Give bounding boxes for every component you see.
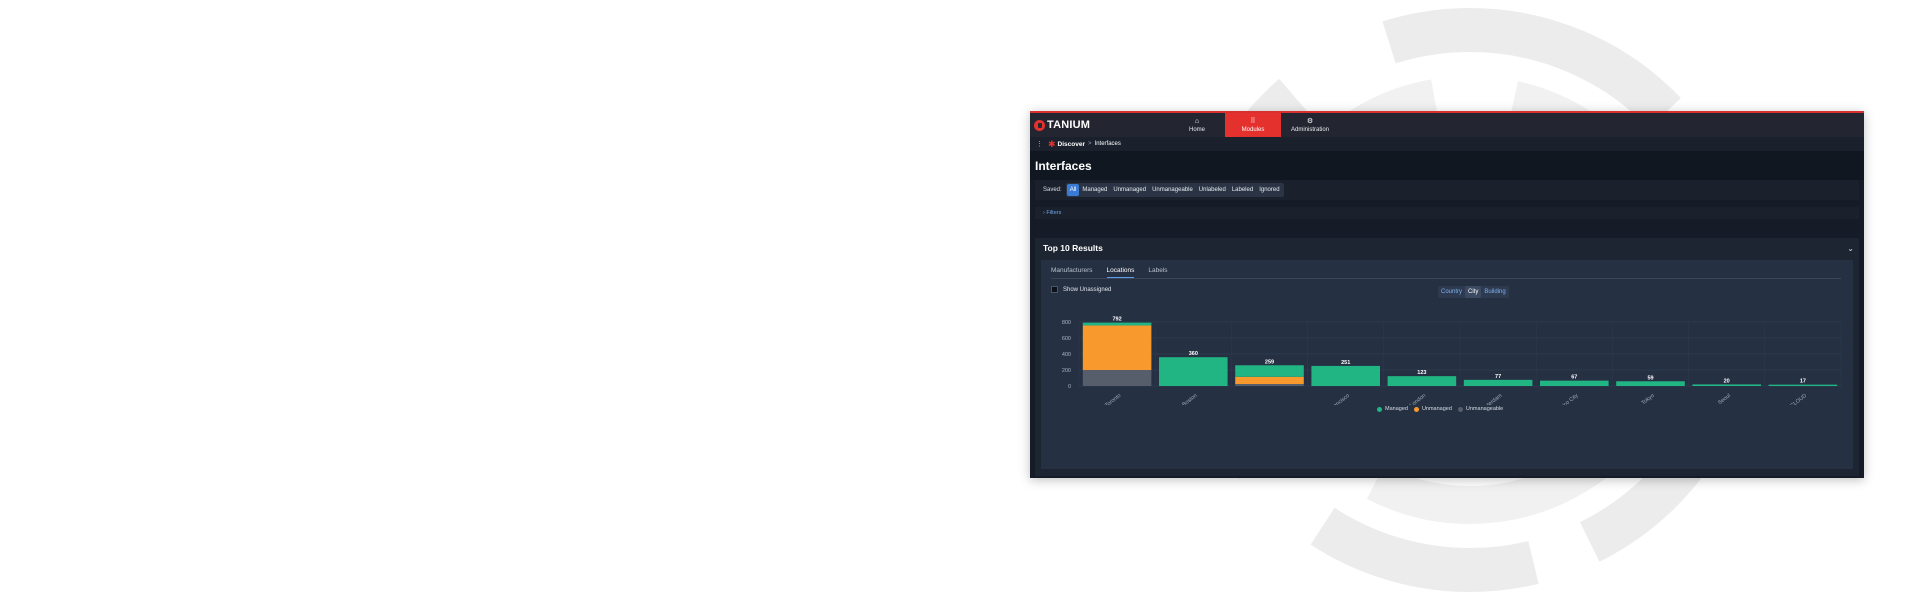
bar-total-label: 360	[1189, 351, 1198, 357]
legend-managed[interactable]: Managed	[1377, 406, 1408, 412]
legend-unmanageable[interactable]: Unmanageable	[1457, 406, 1504, 412]
bar-segment-managed	[1387, 376, 1457, 386]
bar-total-label: 251	[1341, 360, 1350, 366]
chart-legend: Managed Unmanaged Unmanageable	[1377, 406, 1509, 412]
bar-segment-managed	[1082, 322, 1152, 326]
bar-segment-managed	[1768, 384, 1838, 386]
y-tick-label: 0	[1068, 384, 1071, 390]
saved-view-chips: All Managed Unmanaged Unmanageable Unlab…	[1065, 183, 1284, 197]
x-category-label: London	[1409, 393, 1427, 405]
legend-unmanaged[interactable]: Unmanaged	[1413, 406, 1452, 412]
discover-module-icon: ✱	[1048, 139, 1056, 149]
bar-total-label: 259	[1265, 359, 1274, 365]
saved-views-bar: Saved: All Managed Unmanaged Unmanageabl…	[1035, 180, 1859, 200]
saved-chip-labeled[interactable]: Labeled	[1229, 184, 1256, 196]
top10-title: Top 10 Results	[1043, 243, 1103, 253]
y-tick-label: 400	[1062, 352, 1071, 358]
top10-panel: Top 10 Results ⌄ Manufacturers Locations…	[1035, 238, 1859, 476]
saved-chip-unlabeled[interactable]: Unlabeled	[1196, 184, 1229, 196]
filters-label: Filters	[1046, 210, 1062, 216]
bar-segment-managed	[1692, 384, 1761, 386]
brand-name: TANIUM	[1047, 119, 1091, 131]
x-category-label: CLOUD	[1789, 393, 1808, 405]
top-nav: TANIUM ⌂ Home ⠿ Modules ⚙ Administration	[1030, 113, 1864, 137]
bar-segment-unmanaged	[1082, 325, 1152, 370]
house-icon: ⌂	[1194, 117, 1200, 125]
saved-chip-unmanaged[interactable]: Unmanaged	[1110, 184, 1149, 196]
filters-toggle[interactable]: › Filters	[1043, 210, 1061, 216]
y-tick-label: 800	[1062, 320, 1071, 326]
bar-segment-managed	[1159, 357, 1228, 386]
legend-managed-label: Managed	[1385, 406, 1408, 412]
x-category-label: Amsterdam	[1477, 393, 1503, 405]
kebab-menu-icon[interactable]: ⋮	[1036, 140, 1043, 148]
bar-total-label: 792	[1113, 317, 1122, 323]
x-category-label: Seoul	[1717, 393, 1732, 405]
nav-home[interactable]: ⌂ Home	[1169, 113, 1225, 137]
bar-total-label: 20	[1724, 378, 1730, 384]
bar-segment-unmanageable	[1082, 370, 1152, 386]
legend-unmanaged-swatch	[1413, 406, 1419, 412]
bar-total-label: 67	[1571, 375, 1577, 381]
y-tick-label: 200	[1062, 368, 1071, 374]
breadcrumb: ⋮ ✱ Discover > Interfaces	[1030, 137, 1864, 151]
filters-bar: › Filters	[1035, 207, 1859, 219]
y-tick-label: 600	[1062, 336, 1071, 342]
tanium-logo[interactable]: TANIUM	[1030, 113, 1169, 137]
nav-administration-label: Administration	[1290, 126, 1329, 133]
chevron-down-icon[interactable]: ⌄	[1847, 244, 1854, 253]
bar-total-label: 77	[1495, 374, 1501, 380]
legend-unmanaged-label: Unmanaged	[1421, 406, 1452, 412]
title-bar: Interfaces	[1030, 151, 1864, 180]
gears-icon: ⚙	[1306, 117, 1314, 125]
tanium-logo-icon	[1034, 119, 1045, 131]
saved-chip-managed[interactable]: Managed	[1079, 184, 1110, 196]
saved-chip-all[interactable]: All	[1066, 184, 1080, 196]
breadcrumb-module[interactable]: Discover	[1058, 141, 1085, 148]
top10-content: Manufacturers Locations Labels Show Unas…	[1041, 260, 1853, 469]
top10-header[interactable]: Top 10 Results ⌄	[1035, 238, 1859, 258]
legend-unmanageable-swatch	[1457, 406, 1463, 412]
x-category-label: Mexico City	[1553, 393, 1579, 405]
bar-total-label: 17	[1800, 379, 1806, 385]
bar-segment-managed	[1235, 365, 1304, 377]
breadcrumb-separator: >	[1088, 141, 1092, 147]
bar-segment-managed	[1540, 380, 1609, 386]
x-category-label: Tokyo	[1641, 393, 1656, 405]
locations-bar-chart: 0 200 400 600 800 792 Toronto 360 Boston 259 251 Sa…	[1062, 317, 1842, 405]
bar-segment-managed	[1616, 381, 1685, 386]
nav-home-label: Home	[1188, 126, 1205, 133]
bar-segment-managed	[1311, 365, 1380, 386]
breadcrumb-current: Interfaces	[1094, 141, 1121, 147]
bar-segment-managed	[1463, 379, 1533, 386]
bar-segment-unmanaged	[1235, 376, 1304, 384]
bar-segment-unmanageable	[1235, 384, 1304, 386]
x-category-label: Toronto	[1104, 393, 1122, 405]
nav-administration[interactable]: ⚙ Administration	[1281, 113, 1339, 137]
saved-chip-unmanageable[interactable]: Unmanageable	[1149, 184, 1196, 196]
bar-total-label: 123	[1417, 370, 1426, 376]
legend-managed-swatch	[1377, 406, 1382, 412]
grid-icon: ⠿	[1250, 117, 1256, 125]
saved-label: Saved:	[1043, 187, 1062, 193]
x-category-label: Boston	[1181, 393, 1198, 405]
nav-modules-label: Modules	[1241, 126, 1265, 133]
legend-unmanageable-label: Unmanageable	[1465, 406, 1504, 412]
nav-modules[interactable]: ⠿ Modules	[1225, 113, 1281, 137]
saved-chip-ignored[interactable]: Ignored	[1256, 184, 1282, 196]
bar-total-label: 59	[1647, 375, 1653, 381]
x-category-label: San Francisco	[1320, 393, 1351, 405]
page-title: Interfaces	[1035, 158, 1092, 173]
app-window: TANIUM ⌂ Home ⠿ Modules ⚙ Administration…	[1030, 111, 1864, 478]
